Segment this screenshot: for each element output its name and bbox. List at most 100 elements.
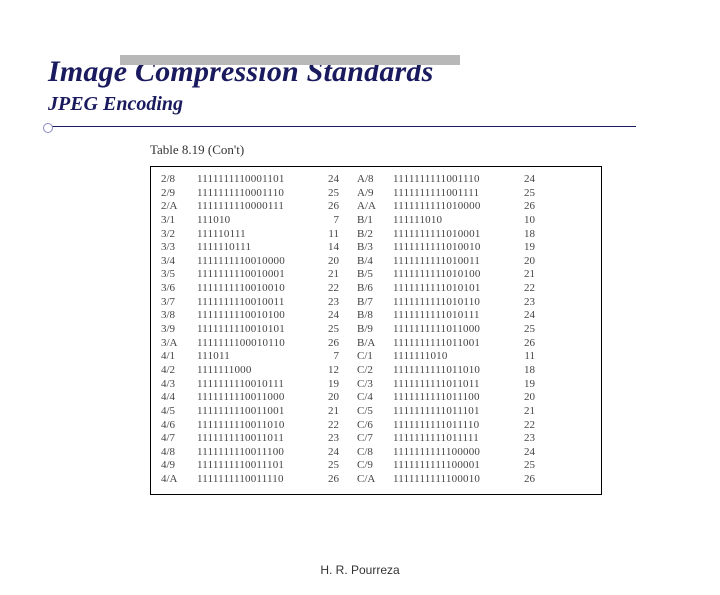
table-cell-runsize: 3/7	[161, 296, 189, 309]
table-cell-runsize: 4/2	[161, 364, 189, 377]
table-cell-runsize: 3/3	[161, 241, 189, 254]
table-cell-length: 11	[317, 228, 339, 241]
table-cell-code: 1111111000	[197, 364, 309, 377]
table-cell-length: 20	[317, 391, 339, 404]
table-cell-length: 25	[513, 323, 535, 336]
table-cell-length: 26	[513, 337, 535, 350]
table-cell-length: 23	[513, 432, 535, 445]
table-cell-code: 1111111110010000	[197, 255, 309, 268]
table-cell-length: 25	[317, 187, 339, 200]
table-cell-code: 1111111010	[393, 350, 505, 363]
table-cell-code: 1111111110011010	[197, 419, 309, 432]
table-cell-runsize: B/6	[357, 282, 385, 295]
table-cell-runsize: 4/5	[161, 405, 189, 418]
table-cell-code: 1111111110011000	[197, 391, 309, 404]
table-cell-code: 1111111111100010	[393, 473, 505, 486]
table-cell-runsize: 4/7	[161, 432, 189, 445]
table-cell-length: 20	[513, 255, 535, 268]
table-cell-code: 1111111110001110	[197, 187, 309, 200]
grey-strip	[120, 55, 460, 65]
table-cell-code: 1111111110000111	[197, 200, 309, 213]
table-right-column: A/8 1111111111001110 24 A/9 1111111111001111…	[357, 173, 535, 486]
footer-author: H. R. Pourreza	[0, 563, 720, 577]
table-cell-length: 18	[513, 228, 535, 241]
table-cell-code: 1111111110011101	[197, 459, 309, 472]
table-cell-length: 10	[513, 214, 535, 227]
table-cell-code: 111111010	[393, 214, 505, 227]
table-cell-code: 1111111110010011	[197, 296, 309, 309]
table-cell-code: 1111111100010110	[197, 337, 309, 350]
table-cell-length: 19	[317, 378, 339, 391]
table-cell-code: 1111111110001101	[197, 173, 309, 186]
table-cell-length: 25	[317, 323, 339, 336]
table-cell-length: 25	[513, 459, 535, 472]
table-cell-code: 111110111	[197, 228, 309, 241]
table-cell-code: 1111111110011001	[197, 405, 309, 418]
table-cell-code: 1111111111100000	[393, 446, 505, 459]
table-cell-length: 18	[513, 364, 535, 377]
table-cell-runsize: B/8	[357, 309, 385, 322]
table-cell-runsize: B/2	[357, 228, 385, 241]
table-cell-runsize: 3/4	[161, 255, 189, 268]
table-cell-runsize: 4/1	[161, 350, 189, 363]
table-cell-length: 24	[513, 446, 535, 459]
table-cell-code: 1111111111011011	[393, 378, 505, 391]
table-cell-length: 26	[317, 337, 339, 350]
table-cell-length: 26	[513, 200, 535, 213]
table-cell-runsize: 3/8	[161, 309, 189, 322]
table-cell-code: 1111111111001110	[393, 173, 505, 186]
table-cell-length: 22	[513, 282, 535, 295]
table-cell-length: 24	[317, 173, 339, 186]
table-cell-length: 24	[513, 173, 535, 186]
table-cell-code: 111011	[197, 350, 309, 363]
table-cell-code: 1111111110011100	[197, 446, 309, 459]
table-cell-length: 14	[317, 241, 339, 254]
table-cell-code: 1111111111010110	[393, 296, 505, 309]
table-cell-runsize: C/1	[357, 350, 385, 363]
table-cell-code: 1111111110011011	[197, 432, 309, 445]
table-cell-length: 25	[317, 459, 339, 472]
table-cell-length: 21	[513, 268, 535, 281]
table-cell-code: 1111111111001111	[393, 187, 505, 200]
table-cell-runsize: 4/9	[161, 459, 189, 472]
table-cell-runsize: C/3	[357, 378, 385, 391]
table-cell-runsize: B/1	[357, 214, 385, 227]
table-left-column: 2/81111111110001101242/91111111110001110…	[161, 173, 339, 486]
table-cell-runsize: 4/3	[161, 378, 189, 391]
table-cell-code: 1111111111010011	[393, 255, 505, 268]
table-cell-length: 23	[513, 296, 535, 309]
table-cell-runsize: B/A	[357, 337, 385, 350]
table-cell-runsize: C/A	[357, 473, 385, 486]
table-cell-length: 21	[317, 268, 339, 281]
table-cell-length: 11	[513, 350, 535, 363]
table-cell-code: 1111111111011101	[393, 405, 505, 418]
title-rule	[46, 122, 636, 132]
table-cell-code: 1111111110010001	[197, 268, 309, 281]
table-cell-runsize: C/9	[357, 459, 385, 472]
table-cell-length: 24	[513, 309, 535, 322]
table-cell-runsize: 4/6	[161, 419, 189, 432]
table-cell-runsize: A/9	[357, 187, 385, 200]
table-cell-runsize: 2/9	[161, 187, 189, 200]
table-cell-runsize: B/7	[357, 296, 385, 309]
table-cell-runsize: C/2	[357, 364, 385, 377]
table-cell-runsize: A/8	[357, 173, 385, 186]
table-cell-code: 1111111111011010	[393, 364, 505, 377]
table-cell-length: 7	[317, 350, 339, 363]
table-cell-runsize: 2/8	[161, 173, 189, 186]
table-cell-code: 1111111111011110	[393, 419, 505, 432]
table-cell-length: 19	[513, 241, 535, 254]
table-cell-runsize: C/6	[357, 419, 385, 432]
table-cell-length: 22	[317, 419, 339, 432]
table-cell-code: 1111111111011000	[393, 323, 505, 336]
table-cell-code: 1111111110010100	[197, 309, 309, 322]
table-cell-length: 23	[317, 432, 339, 445]
table-caption: Table 8.19 (Con't)	[150, 142, 720, 158]
table-cell-code: 1111111111010001	[393, 228, 505, 241]
table-cell-code: 1111111111100001	[393, 459, 505, 472]
table-cell-runsize: 4/8	[161, 446, 189, 459]
table-cell-code: 1111111111011001	[393, 337, 505, 350]
table-cell-runsize: 3/9	[161, 323, 189, 336]
table-cell-code: 1111110111	[197, 241, 309, 254]
table-cell-length: 20	[317, 255, 339, 268]
